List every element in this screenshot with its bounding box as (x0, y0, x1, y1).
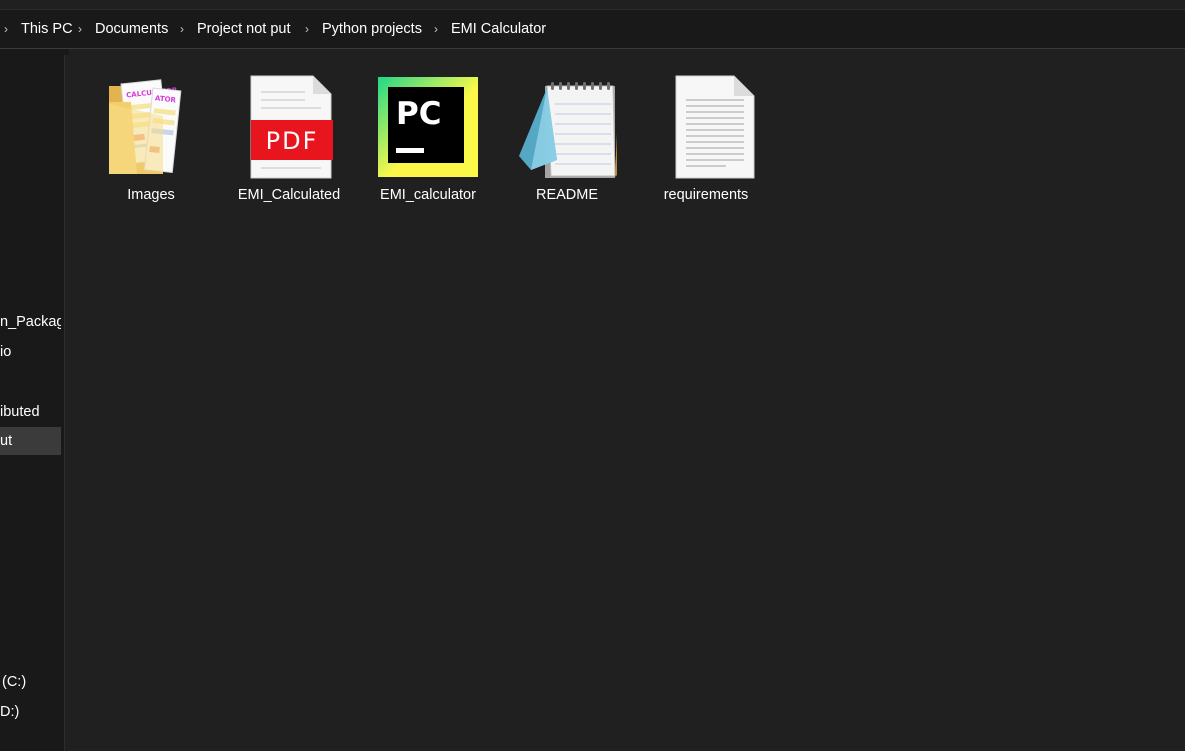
sidebar-item-label: io (0, 344, 12, 360)
chevron-right-icon[interactable]: › (4, 10, 8, 48)
breadcrumb[interactable]: › This PC › Documents › Project not put … (0, 10, 1185, 49)
window-top-strip (0, 0, 1185, 10)
sidebar-item-selected[interactable]: ut (0, 427, 61, 455)
sidebar-item-label: ibuted (0, 404, 40, 420)
file-item-emi-calculator[interactable]: PC EMI_calculator (369, 69, 487, 214)
sidebar-item-label: n_Package (0, 314, 61, 330)
file-item-readme[interactable]: README (508, 69, 626, 214)
chevron-right-icon[interactable]: › (305, 10, 309, 48)
chevron-right-icon[interactable]: › (434, 10, 438, 48)
breadcrumb-item-this-pc[interactable]: This PC (21, 10, 73, 48)
breadcrumb-item-project-not-put[interactable]: Project not put (197, 10, 291, 48)
file-name: EMI_calculator (380, 187, 476, 203)
breadcrumb-item-python-projects[interactable]: Python projects (322, 10, 422, 48)
sidebar-item-label: D:) (0, 704, 20, 720)
chevron-right-icon[interactable]: › (78, 10, 82, 48)
file-name: EMI_Calculated (237, 187, 341, 203)
pdf-badge-text: PDF (266, 127, 319, 155)
folder-icon: CALCULATOR ATOR (109, 79, 182, 174)
pdf-icon: PDF (250, 75, 333, 179)
notepad-icon (519, 82, 617, 178)
pycharm-icon: PC (378, 77, 478, 177)
breadcrumb-item-documents[interactable]: Documents (95, 10, 168, 48)
sidebar-item-drive-d[interactable]: D:) (0, 698, 61, 726)
file-item-emi-calculated[interactable]: PDF EMI_Calculated (230, 69, 348, 214)
sidebar-item-drive-c[interactable]: (C:) (0, 668, 61, 696)
chevron-right-icon[interactable]: › (180, 10, 184, 48)
file-name: README (535, 187, 599, 203)
sidebar-item-label: ut (0, 433, 13, 449)
breadcrumb-item-emi-calculator[interactable]: EMI Calculator (451, 10, 546, 48)
file-item-images[interactable]: CALCULATOR ATOR Images (92, 69, 210, 214)
sidebar-item[interactable]: n_Package (0, 308, 61, 336)
sidebar-item[interactable]: io (0, 338, 61, 366)
pycharm-badge-text: PC (396, 96, 441, 132)
sidebar-item-label: (C:) (2, 674, 27, 690)
navigation-pane: n_Package io ibuted ut (C:) D:) (0, 49, 64, 751)
file-list[interactable]: CALCULATOR ATOR Images PDF EMI_Calculate… (69, 49, 1185, 751)
file-name: Images (127, 187, 175, 203)
file-item-requirements[interactable]: requirements (647, 69, 765, 214)
sidebar-item[interactable]: ibuted (0, 398, 61, 426)
text-file-icon (675, 75, 755, 179)
file-name: requirements (663, 187, 749, 203)
